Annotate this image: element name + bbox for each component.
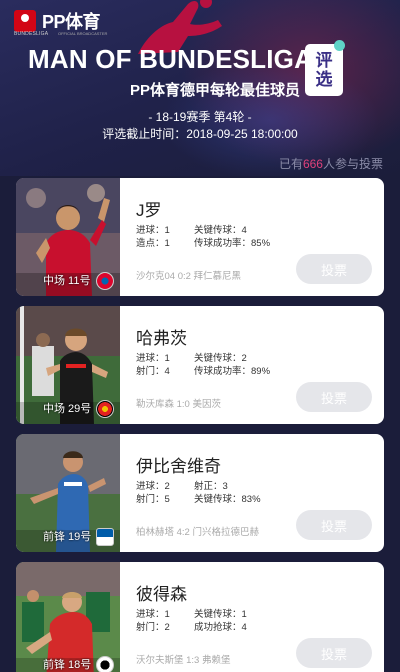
participants-prefix: 已有 <box>278 157 303 171</box>
bundesliga-logo-icon <box>14 10 36 32</box>
player-photo: 中场 11号 <box>16 178 120 296</box>
player-card-3[interactable]: 前锋 19号 伊比舍维奇 进球：2 射正：3 射门：5 关键传球：83% 柏林赫塔 … <box>16 434 384 552</box>
player-photo: 前锋 19号 <box>16 434 120 552</box>
stat-shots: 射门：2 <box>136 622 170 633</box>
header-banner: BUNDESLIGA PP体育 OFFICIAL BROADCASTER MAN… <box>0 0 400 176</box>
position-number: 中场 29号 <box>43 403 92 415</box>
pp-sports-subtitle: OFFICIAL BROADCASTER <box>58 31 108 36</box>
player-stats: 进球：1 关键传球：1 射门：2 成功抢球：4 <box>136 608 247 634</box>
player-photo: 前锋 18号 <box>16 562 120 672</box>
stat-goals: 进球：1 <box>136 225 170 236</box>
player-stats: 进球：1 关键传球：4 造点：1 传球成功率：85% <box>136 224 270 250</box>
stat-key-passes: 关键传球：83% <box>194 494 261 505</box>
match-result: 沙尔克04 0:2 拜仁慕尼黑 <box>136 271 242 282</box>
vote-button[interactable]: 投票 <box>296 510 372 540</box>
stat-key-passes: 关键传球：1 <box>194 609 247 620</box>
participants-suffix: 人参与投票 <box>322 157 383 171</box>
season-round: - 18-19赛季 第4轮 - <box>148 110 252 124</box>
stat-pass-accuracy: 传球成功率：85% <box>194 238 271 249</box>
badge-char-1: 评 <box>315 51 333 70</box>
player-name: J罗 <box>136 201 162 220</box>
match-result: 柏林赫塔 4:2 门兴格拉德巴赫 <box>136 527 259 538</box>
freiburg-badge-icon <box>96 656 114 672</box>
stat-shots: 射门：5 <box>136 494 170 505</box>
player-name: 哈弗茨 <box>136 329 187 348</box>
badge-char-2: 选 <box>315 70 333 89</box>
player-card-1[interactable]: 中场 11号 J罗 进球：1 关键传球：4 造点：1 传球成功率：85% 沙尔克04… <box>16 178 384 296</box>
page-title: MAN OF BUNDESLIGA <box>28 44 314 74</box>
hertha-badge-icon <box>96 528 114 546</box>
vote-badge: 评 选 <box>305 44 343 96</box>
vote-button[interactable]: 投票 <box>296 638 372 668</box>
player-card-2[interactable]: 中场 29号 哈弗茨 进球：1 关键传球：2 射门：4 传球成功率：89% 勒沃库森… <box>16 306 384 424</box>
badge-dot-icon <box>334 40 345 51</box>
brand-logos: BUNDESLIGA PP体育 OFFICIAL BROADCASTER <box>14 8 107 37</box>
stat-goals: 进球：1 <box>136 353 170 364</box>
stat-goals: 进球：2 <box>136 481 170 492</box>
stat-tackles-won: 成功抢球：4 <box>194 622 247 633</box>
player-stats: 进球：2 射正：3 射门：5 关键传球：83% <box>136 480 261 506</box>
vote-button[interactable]: 投票 <box>296 382 372 412</box>
participant-count: 已有666人参与投票 <box>279 155 383 172</box>
bundesliga-logo-text: BUNDESLIGA <box>14 31 49 37</box>
player-card-4[interactable]: 前锋 18号 彼得森 进球：1 关键传球：1 射门：2 成功抢球：4 沃尔夫斯堡 1… <box>16 562 384 672</box>
stat-shots-on-target: 射正：3 <box>194 481 228 492</box>
player-name: 伊比舍维奇 <box>136 457 221 476</box>
stat-goals: 进球：1 <box>136 609 170 620</box>
stat-key-passes: 关键传球：4 <box>194 225 247 236</box>
match-result: 沃尔夫斯堡 1:3 弗赖堡 <box>136 655 231 666</box>
player-stats: 进球：1 关键传球：2 射门：4 传球成功率：89% <box>136 352 270 378</box>
player-photo: 中场 29号 <box>16 306 120 424</box>
stat-penalty-won: 造点：1 <box>136 238 170 249</box>
position-number: 前锋 19号 <box>43 531 92 543</box>
stat-pass-accuracy: 传球成功率：89% <box>194 366 271 377</box>
vote-deadline: 评选截止时间：2018-09-25 18:00:00 <box>102 127 298 141</box>
stat-key-passes: 关键传球：2 <box>194 353 247 364</box>
bayern-munich-badge-icon <box>96 272 114 290</box>
leverkusen-badge-icon <box>96 400 114 418</box>
match-result: 勒沃库森 1:0 美因茨 <box>136 399 221 410</box>
vote-button[interactable]: 投票 <box>296 254 372 284</box>
position-number: 前锋 18号 <box>43 659 92 671</box>
player-name: 彼得森 <box>136 585 187 604</box>
page-subtitle: PP体育德甲每轮最佳球员 <box>129 82 300 99</box>
stat-shots: 射门：4 <box>136 366 170 377</box>
position-number: 中场 11号 <box>43 275 91 287</box>
participants-number: 666 <box>302 157 323 171</box>
